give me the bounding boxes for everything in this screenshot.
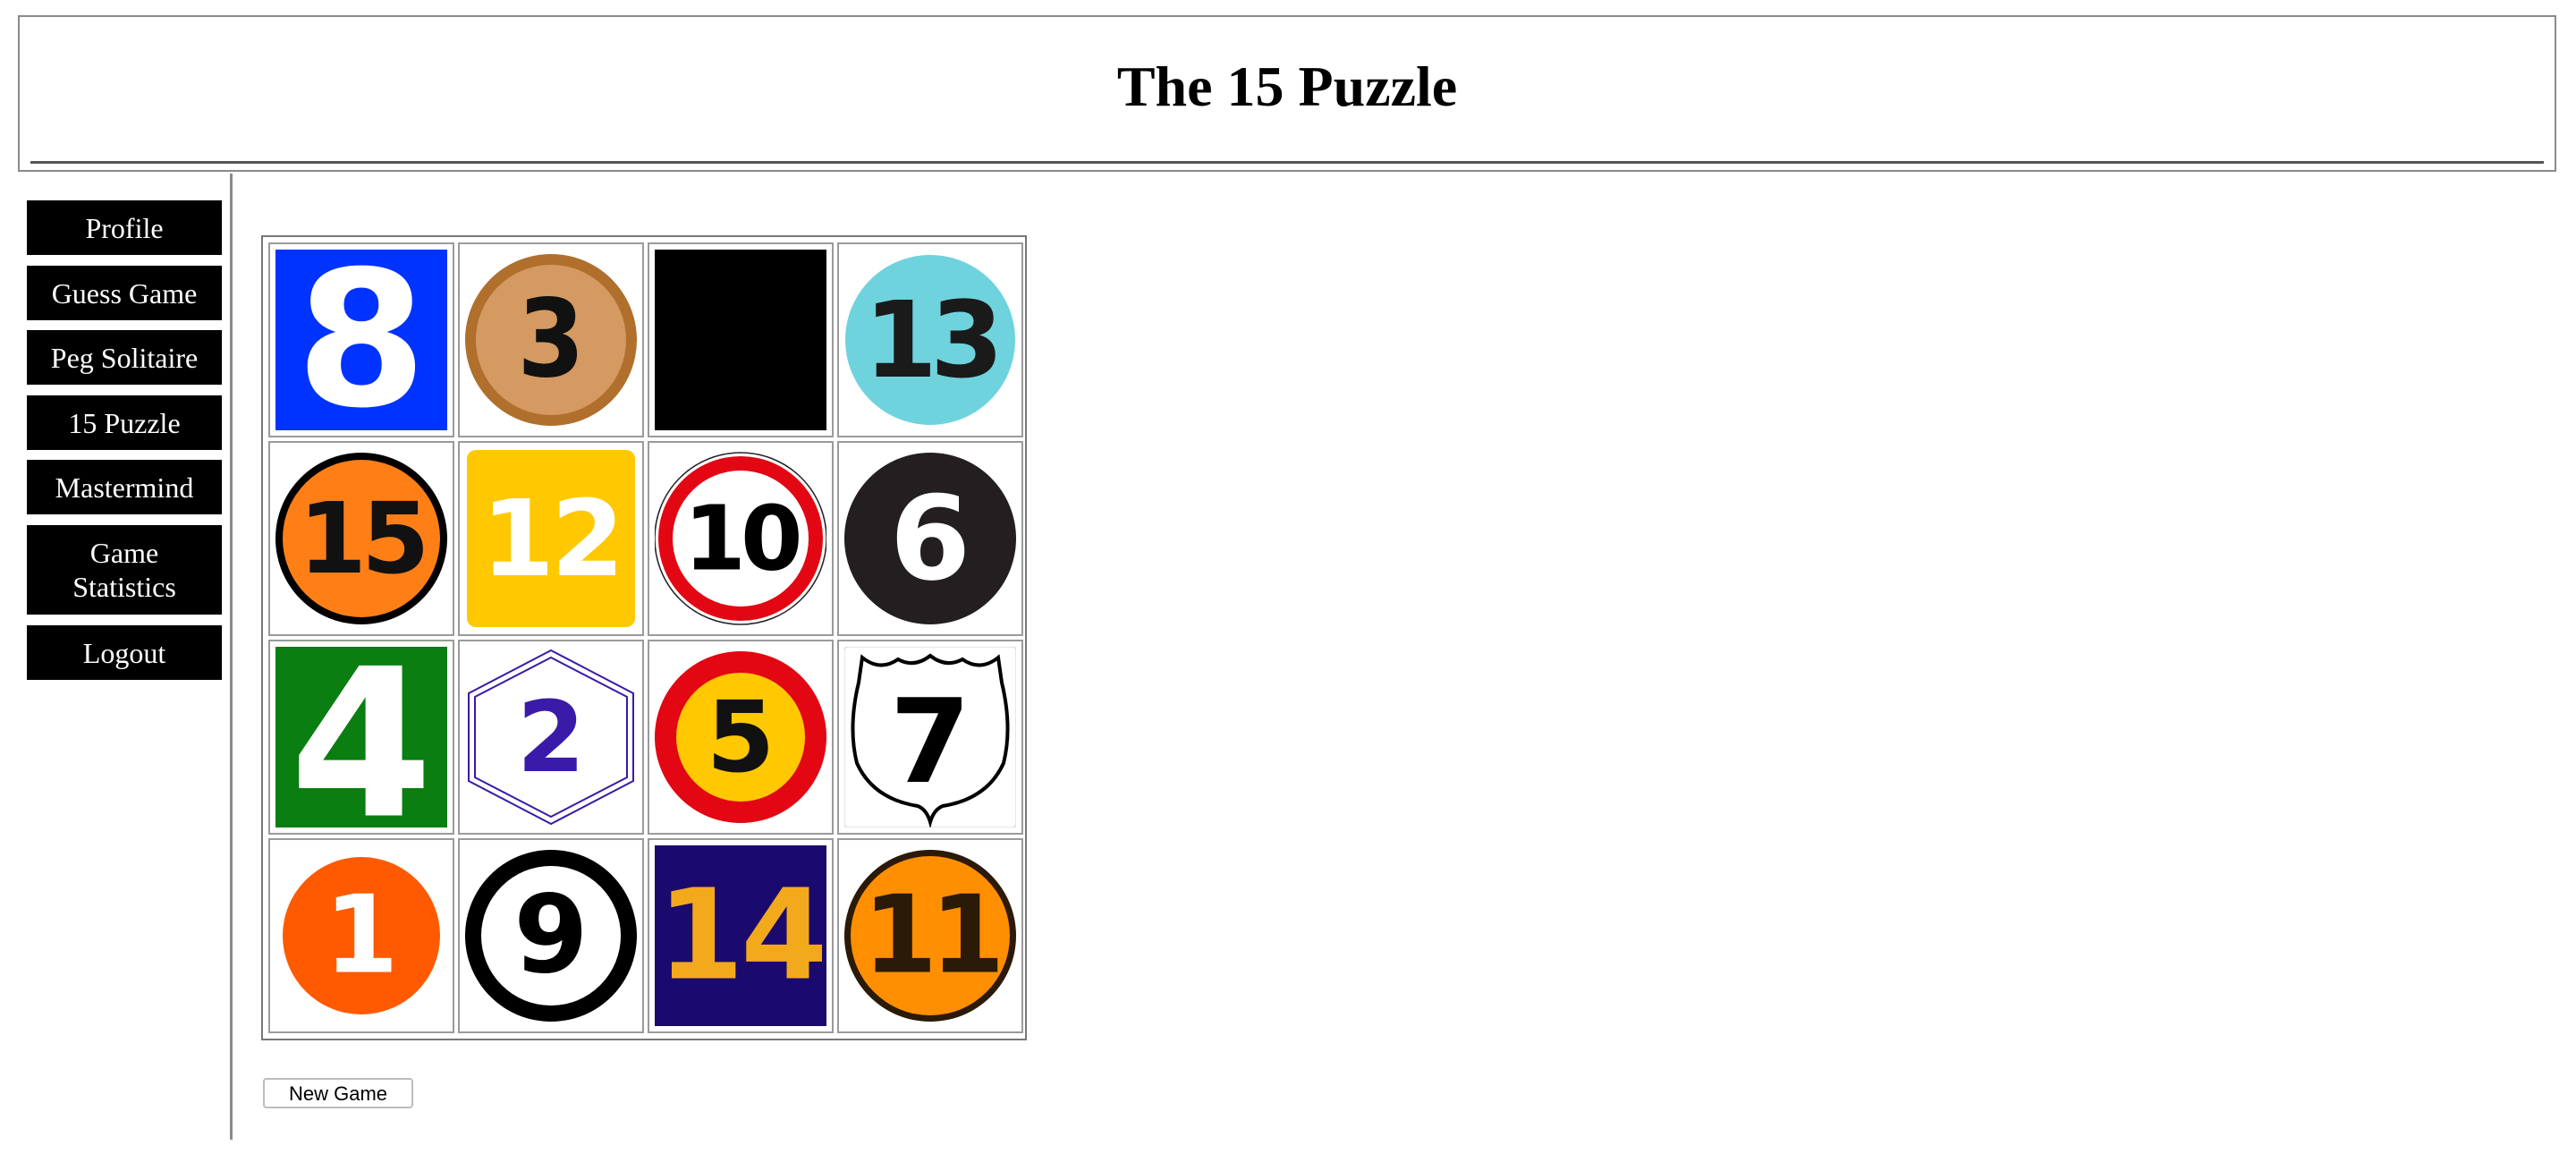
tile-number: 6 bbox=[890, 471, 970, 607]
puzzle-tile-11[interactable]: 11 bbox=[837, 838, 1023, 1033]
tile-number: 1 bbox=[324, 874, 399, 998]
tile-number: 5 bbox=[707, 680, 775, 794]
new-game-button[interactable]: New Game bbox=[263, 1078, 413, 1108]
puzzle-board: 8 3 13 15 12 10 6 4 2 5 7 1 9 14 11 bbox=[261, 235, 1027, 1040]
puzzle-tile-5[interactable]: 5 bbox=[648, 640, 834, 835]
tile-2-image: 2 bbox=[468, 649, 634, 826]
tile-10-image: 10 bbox=[655, 452, 826, 625]
tile-7-image: 7 bbox=[844, 647, 1016, 827]
tile-number: 4 bbox=[290, 647, 433, 827]
tile-3-image: 3 bbox=[465, 254, 637, 426]
sidebar-item-profile[interactable]: Profile bbox=[27, 200, 222, 255]
tile-12-image: 12 bbox=[467, 450, 635, 627]
header-divider bbox=[30, 161, 2544, 164]
puzzle-tile-12[interactable]: 12 bbox=[458, 441, 644, 636]
tile-number: 10 bbox=[683, 487, 799, 591]
tile-number: 14 bbox=[657, 863, 825, 1009]
sidebar-item-game-statistics[interactable]: Game Statistics bbox=[27, 525, 222, 615]
tile-8-image: 8 bbox=[275, 250, 447, 430]
puzzle-tile-14[interactable]: 14 bbox=[648, 838, 834, 1033]
tile-number: 3 bbox=[517, 278, 584, 403]
tile-13-image: 13 bbox=[845, 255, 1015, 425]
puzzle-tile-3[interactable]: 3 bbox=[458, 242, 644, 437]
tile-11-image: 11 bbox=[844, 850, 1016, 1022]
puzzle-tile-2[interactable]: 2 bbox=[458, 640, 644, 835]
tile-1-image: 1 bbox=[283, 857, 440, 1014]
sidebar-item-logout[interactable]: Logout bbox=[27, 625, 222, 680]
puzzle-tile-13[interactable]: 13 bbox=[837, 242, 1023, 437]
puzzle-tile-6[interactable]: 6 bbox=[837, 441, 1023, 636]
tile-number: 9 bbox=[513, 874, 589, 998]
tile-number: 11 bbox=[863, 874, 998, 998]
tile-number: 15 bbox=[298, 481, 424, 596]
puzzle-tile-1[interactable]: 1 bbox=[268, 838, 454, 1033]
tile-number: 12 bbox=[481, 477, 621, 600]
tile-number: 2 bbox=[517, 680, 586, 794]
puzzle-tile-10[interactable]: 10 bbox=[648, 441, 834, 636]
tile-4-image: 4 bbox=[275, 647, 447, 827]
tile-number: 7 bbox=[890, 674, 970, 810]
puzzle-tile-4[interactable]: 4 bbox=[268, 640, 454, 835]
empty-slot-image bbox=[655, 250, 826, 430]
sidebar-item-guess-game[interactable]: Guess Game bbox=[27, 266, 222, 320]
tile-6-image: 6 bbox=[844, 453, 1016, 624]
tile-5-image: 5 bbox=[655, 651, 826, 823]
puzzle-tile-7[interactable]: 7 bbox=[837, 640, 1023, 835]
puzzle-tile-empty[interactable] bbox=[648, 242, 834, 437]
page-title: The 15 Puzzle bbox=[1116, 55, 1458, 118]
puzzle-tile-8[interactable]: 8 bbox=[268, 242, 454, 437]
sidebar-item-peg-solitaire[interactable]: Peg Solitaire bbox=[27, 330, 222, 385]
sidebar-divider bbox=[230, 174, 233, 1140]
puzzle-tile-15[interactable]: 15 bbox=[268, 441, 454, 636]
tile-number: 8 bbox=[296, 250, 427, 430]
tile-9-image: 9 bbox=[465, 850, 637, 1022]
sidebar-item-mastermind[interactable]: Mastermind bbox=[27, 460, 222, 514]
tile-number: 13 bbox=[864, 278, 996, 402]
tile-15-image: 15 bbox=[275, 453, 447, 624]
sidebar-item-15-puzzle[interactable]: 15 Puzzle bbox=[27, 395, 222, 450]
tile-14-image: 14 bbox=[655, 845, 826, 1026]
puzzle-tile-9[interactable]: 9 bbox=[458, 838, 644, 1033]
page-header: The 15 Puzzle bbox=[18, 15, 2556, 172]
